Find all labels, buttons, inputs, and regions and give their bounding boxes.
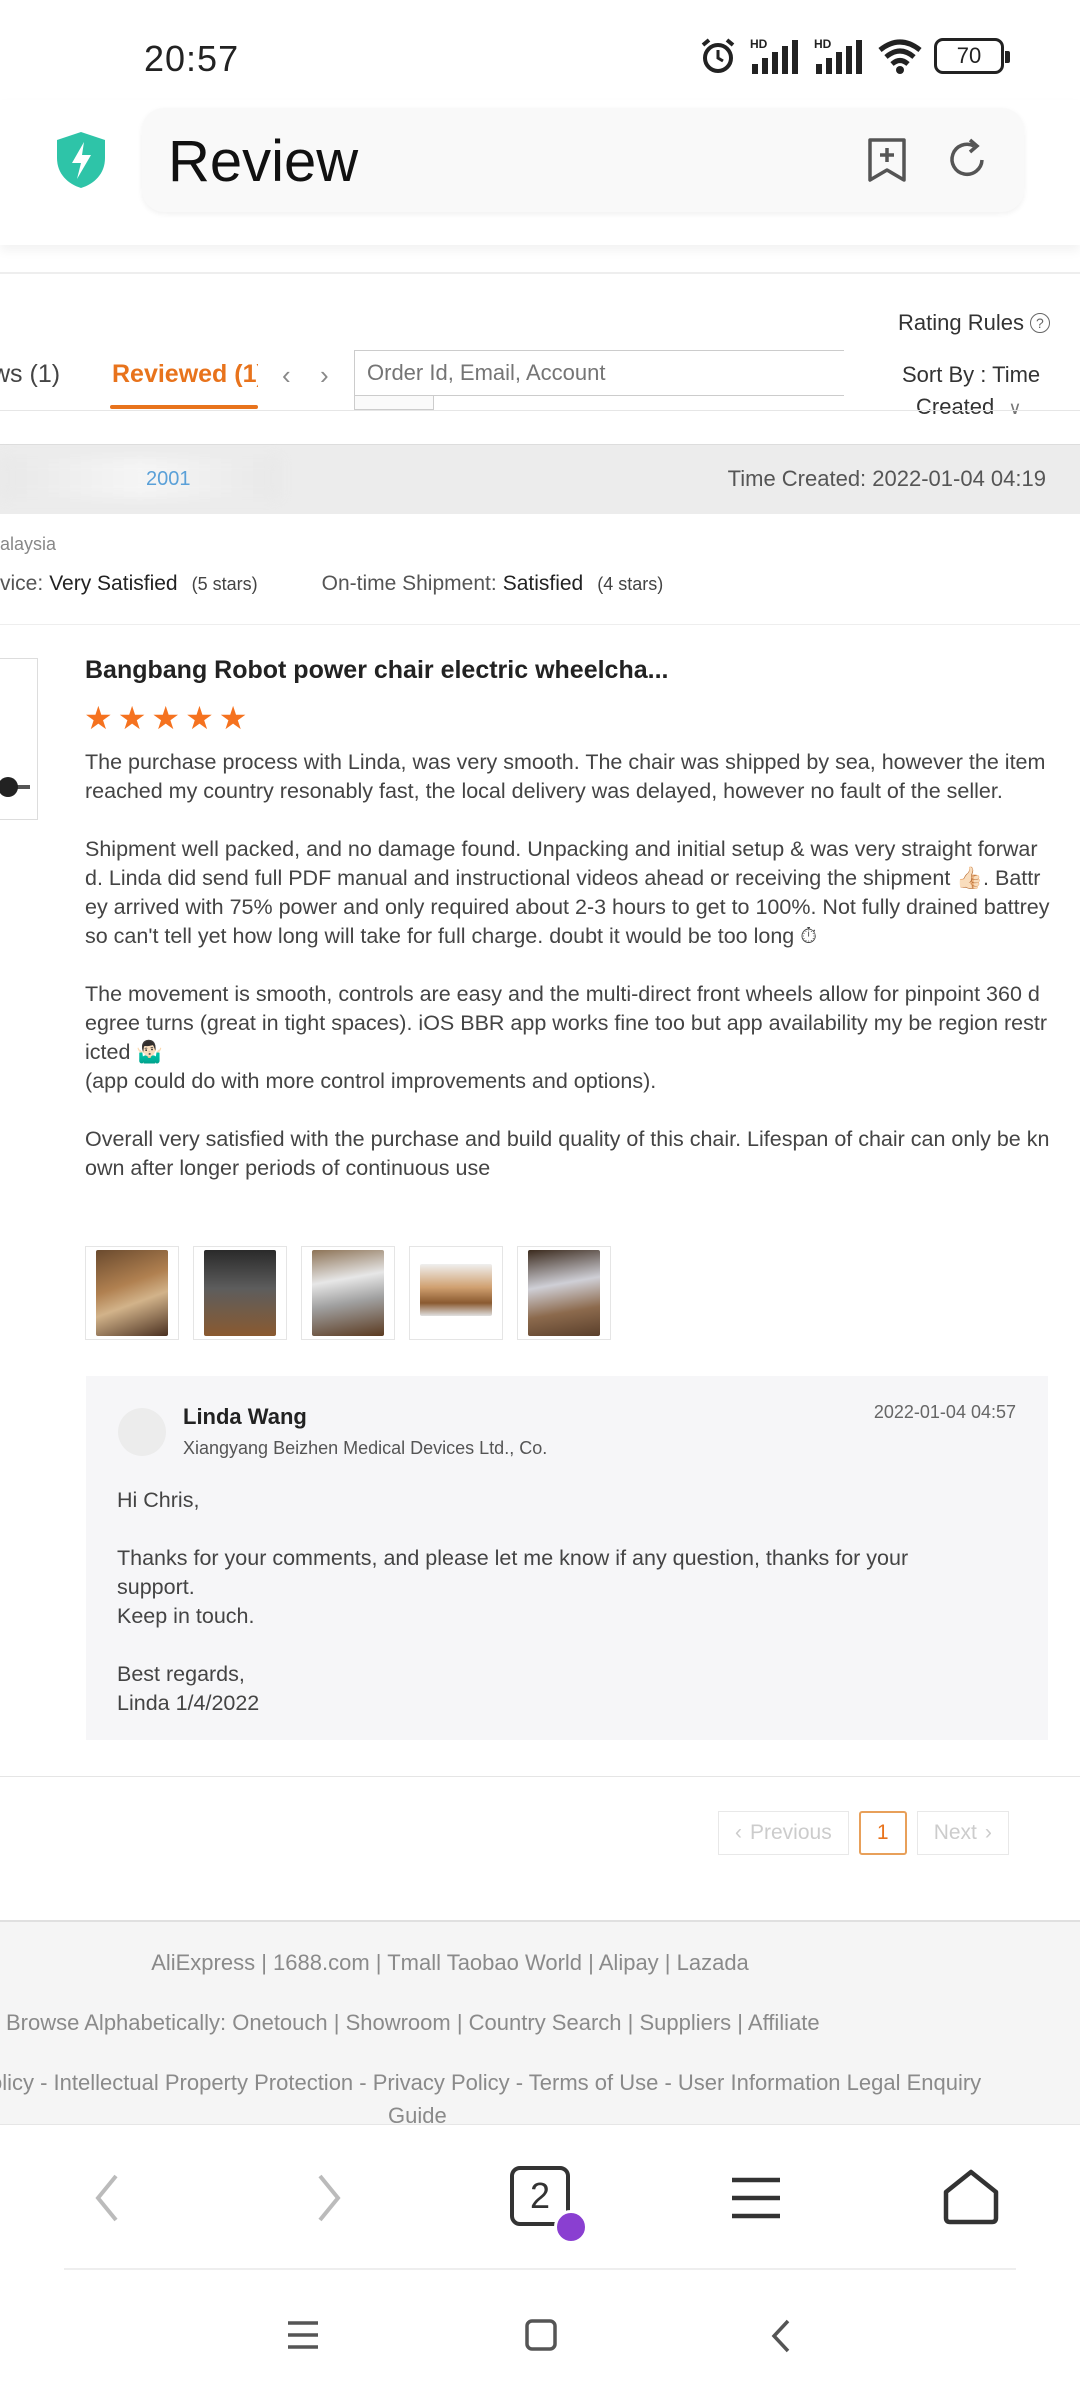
system-back-icon[interactable] xyxy=(768,2318,794,2359)
tabs-divider xyxy=(0,410,1080,411)
review-text: The purchase process with Linda, was ver… xyxy=(85,748,1050,1183)
review-paragraph: The movement is smooth, controls are eas… xyxy=(85,982,1047,1093)
star-rating: ★ ★ ★ ★ ★ xyxy=(84,702,247,734)
sort-by-value[interactable]: Created ∨ xyxy=(916,394,1022,414)
order-id-link[interactable]: 2001 xyxy=(146,468,191,491)
reply-paragraph: Best regards, Linda 1/4/2022 xyxy=(117,1662,260,1715)
review-paragraph: The purchase process with Linda, was ver… xyxy=(85,750,1046,803)
tabs-button[interactable]: 2 xyxy=(510,2166,588,2244)
previous-page-button[interactable]: ‹ Previous xyxy=(718,1811,849,1855)
pagination: ‹ Previous 1 Next › xyxy=(718,1811,1009,1855)
chevron-down-icon: ∨ xyxy=(1008,398,1022,414)
chevron-left-icon: ‹ xyxy=(735,1821,742,1844)
status-bar: 20:57 HD HD 70 xyxy=(0,0,1080,110)
sort-by-label[interactable]: Sort By : Time xyxy=(902,362,1040,388)
reply-text: Hi Chris, Thanks for your comments, and … xyxy=(117,1486,957,1718)
incognito-badge-icon xyxy=(554,2210,588,2244)
thumb-wheel xyxy=(0,777,18,797)
product-title[interactable]: Bangbang Robot power chair electric whee… xyxy=(85,656,668,685)
reply-paragraph: Thanks for your comments, and please let… xyxy=(117,1546,909,1628)
review-paragraph: Overall very satisfied with the purchase… xyxy=(85,1127,1050,1180)
tab-reviews[interactable]: ws (1) xyxy=(0,360,60,389)
signal-hd-icon-2: HD xyxy=(814,37,862,74)
search-input[interactable] xyxy=(354,350,844,396)
tab-scroll-right-icon[interactable]: › xyxy=(320,360,329,391)
shipment-stars: (4 stars) xyxy=(597,574,664,594)
system-home-icon[interactable] xyxy=(524,2318,558,2357)
service-stars: (5 stars) xyxy=(191,574,258,594)
star-icon: ★ xyxy=(218,700,248,736)
shipment-label: On-time Shipment: xyxy=(321,572,497,595)
service-value: Very Satisfied xyxy=(49,572,178,595)
buyer-country: alaysia xyxy=(0,534,57,554)
search-button[interactable] xyxy=(354,396,434,410)
blurred-buyer-info xyxy=(0,458,280,498)
chevron-right-icon: › xyxy=(984,1821,992,1844)
footer-browse-links[interactable]: Browse Alphabetically: Onetouch | Showro… xyxy=(6,2010,1080,2036)
svg-text:HD: HD xyxy=(750,37,768,51)
forward-icon[interactable] xyxy=(308,2170,348,2231)
status-icons: HD HD 70 xyxy=(698,36,1010,76)
tab-scroll-left-icon[interactable]: ‹ xyxy=(282,360,291,391)
avatar xyxy=(118,1408,166,1456)
recent-apps-icon[interactable] xyxy=(286,2320,320,2355)
svg-text:HD: HD xyxy=(814,37,832,51)
help-icon: ? xyxy=(1029,313,1050,333)
back-icon[interactable] xyxy=(88,2170,128,2231)
service-label: vice: xyxy=(0,572,44,595)
reply-paragraph: Hi Chris, xyxy=(117,1488,200,1512)
star-icon: ★ xyxy=(185,700,214,736)
review-photo[interactable] xyxy=(301,1246,395,1340)
product-thumbnail[interactable] xyxy=(0,658,38,820)
section-divider xyxy=(0,624,1080,625)
review-photos xyxy=(85,1246,611,1340)
tab-reviewed[interactable]: Reviewed (1) xyxy=(112,360,258,389)
refresh-icon[interactable] xyxy=(944,136,990,189)
star-icon: ★ xyxy=(151,700,181,736)
review-photo[interactable] xyxy=(85,1246,179,1340)
home-icon[interactable] xyxy=(942,2168,1000,2231)
page-title: Review xyxy=(168,129,359,194)
wifi-icon xyxy=(878,39,922,74)
status-time: 20:57 xyxy=(144,38,240,79)
footer-policy-links[interactable]: olicy - Intellectual Property Protection… xyxy=(0,2070,1070,2096)
tab-count: 2 xyxy=(529,2175,551,2216)
shield-icon[interactable] xyxy=(54,130,108,195)
time-created: Time Created: 2022-01-04 04:19 xyxy=(727,466,1046,491)
reply-date: 2022-01-04 04:57 xyxy=(873,1402,1016,1422)
review-photo[interactable] xyxy=(517,1246,611,1340)
previous-label: Previous xyxy=(750,1821,832,1844)
star-icon: ★ xyxy=(84,700,113,736)
active-tab-indicator xyxy=(110,405,258,409)
signal-hd-icon-1: HD xyxy=(750,37,798,74)
next-page-button[interactable]: Next › xyxy=(916,1811,1009,1855)
seller-company: Xiangyang Beizhen Medical Devices Ltd., … xyxy=(183,1438,548,1458)
header-divider xyxy=(0,272,1080,274)
star-icon: ★ xyxy=(117,700,147,736)
pagination-divider xyxy=(0,1776,1080,1777)
next-label: Next xyxy=(933,1821,977,1844)
seller-name: Linda Wang xyxy=(183,1404,307,1429)
review-photo[interactable] xyxy=(193,1246,287,1340)
sort-by-value-text: Created xyxy=(916,394,995,414)
alarm-icon xyxy=(701,38,735,73)
page-number-current[interactable]: 1 xyxy=(858,1811,907,1855)
review-photo[interactable] xyxy=(409,1246,503,1340)
rating-rules-link[interactable]: Rating Rules ? xyxy=(898,310,1050,336)
battery-indicator: 70 xyxy=(934,38,1010,74)
service-ratings: vice: Very Satisfied (5 stars) On-time S… xyxy=(0,572,663,596)
menu-icon[interactable] xyxy=(728,2174,784,2227)
rating-rules-label: Rating Rules xyxy=(898,310,1024,335)
add-bookmark-icon[interactable] xyxy=(864,136,910,189)
footer-partner-links[interactable]: AliExpress | 1688.com | Tmall Taobao Wor… xyxy=(0,1950,990,1976)
shipment-value: Satisfied xyxy=(502,572,584,595)
review-paragraph: Shipment well packed, and no damage foun… xyxy=(85,837,1050,948)
